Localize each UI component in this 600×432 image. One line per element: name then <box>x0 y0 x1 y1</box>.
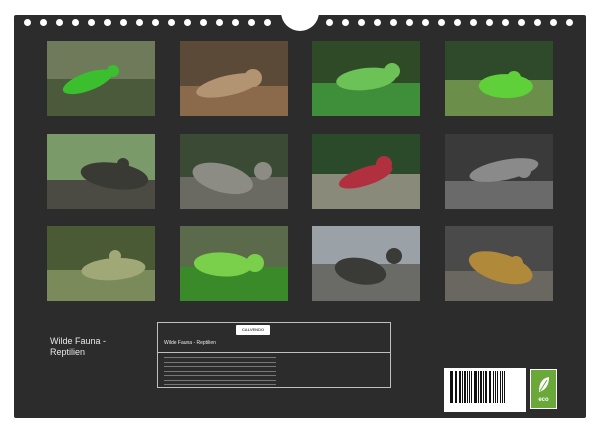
reptile-photo <box>445 41 553 116</box>
binding-hole <box>550 19 557 26</box>
photo-tile <box>180 41 288 122</box>
reptile-photo <box>312 41 420 116</box>
photo-tile <box>445 226 553 307</box>
info-title: Wilde Fauna - Reptilien <box>164 340 216 346</box>
binding-hole <box>72 19 79 26</box>
info-divider <box>158 352 390 353</box>
info-box: CALVENDO Wilde Fauna - Reptilien <box>157 322 391 388</box>
binding-hole <box>56 19 63 26</box>
photo-tile <box>47 134 155 215</box>
binding-hole <box>120 19 127 26</box>
eco-badge: eco <box>530 369 557 409</box>
binding-hole <box>24 19 31 26</box>
binding-hole <box>168 19 175 26</box>
reptile-photo <box>312 226 420 301</box>
binding-hole <box>136 19 143 26</box>
title-line-2: Reptilien <box>50 347 86 357</box>
binding-hole <box>534 19 541 26</box>
photo-tile <box>312 134 420 215</box>
binding-hole <box>264 19 271 26</box>
reptile-photo <box>180 134 288 209</box>
binding-hole <box>326 19 333 26</box>
barcode-bars <box>450 371 520 403</box>
binding-hole <box>454 19 461 26</box>
reptile-photo <box>445 226 553 301</box>
binding-hole <box>438 19 445 26</box>
photo-tile <box>312 226 420 307</box>
binding-hole <box>342 19 349 26</box>
binding-hole <box>486 19 493 26</box>
calendar-title: Wilde Fauna - Reptilien <box>50 336 150 358</box>
reptile-photo <box>445 134 553 209</box>
calendar-cover: Wilde Fauna - Reptilien CALVENDO Wilde F… <box>14 11 586 418</box>
calvendo-logo: CALVENDO <box>236 325 270 335</box>
photo-tile <box>180 226 288 307</box>
eco-label: eco <box>538 397 549 403</box>
leaf-icon <box>539 377 549 392</box>
reptile-photo <box>47 41 155 116</box>
barcode <box>444 368 526 412</box>
binding-hole <box>374 19 381 26</box>
reptile-photo <box>180 226 288 301</box>
binding-hole <box>200 19 207 26</box>
binding-hole <box>358 19 365 26</box>
reptile-photo <box>312 134 420 209</box>
binding-hole <box>184 19 191 26</box>
photo-tile <box>312 41 420 122</box>
binding-hole <box>216 19 223 26</box>
binding-hole <box>406 19 413 26</box>
binding-hole <box>502 19 509 26</box>
binding-hole <box>88 19 95 26</box>
binding-hole <box>248 19 255 26</box>
binding-hole <box>104 19 111 26</box>
binding-hole <box>422 19 429 26</box>
photo-tile <box>180 134 288 215</box>
photo-tile <box>445 134 553 215</box>
binding-hole <box>152 19 159 26</box>
photo-tile <box>47 41 155 122</box>
reptile-photo <box>47 134 155 209</box>
reptile-photo <box>180 41 288 116</box>
binding-hole <box>40 19 47 26</box>
title-line-1: Wilde Fauna - <box>50 336 107 346</box>
photo-tile <box>47 226 155 307</box>
reptile-photo <box>47 226 155 301</box>
binding-hole <box>390 19 397 26</box>
binding-hole <box>518 19 525 26</box>
info-description-lines <box>164 357 276 385</box>
binding-hole <box>566 19 573 26</box>
binding-hole <box>232 19 239 26</box>
photo-tile <box>445 41 553 122</box>
binding-hole <box>470 19 477 26</box>
